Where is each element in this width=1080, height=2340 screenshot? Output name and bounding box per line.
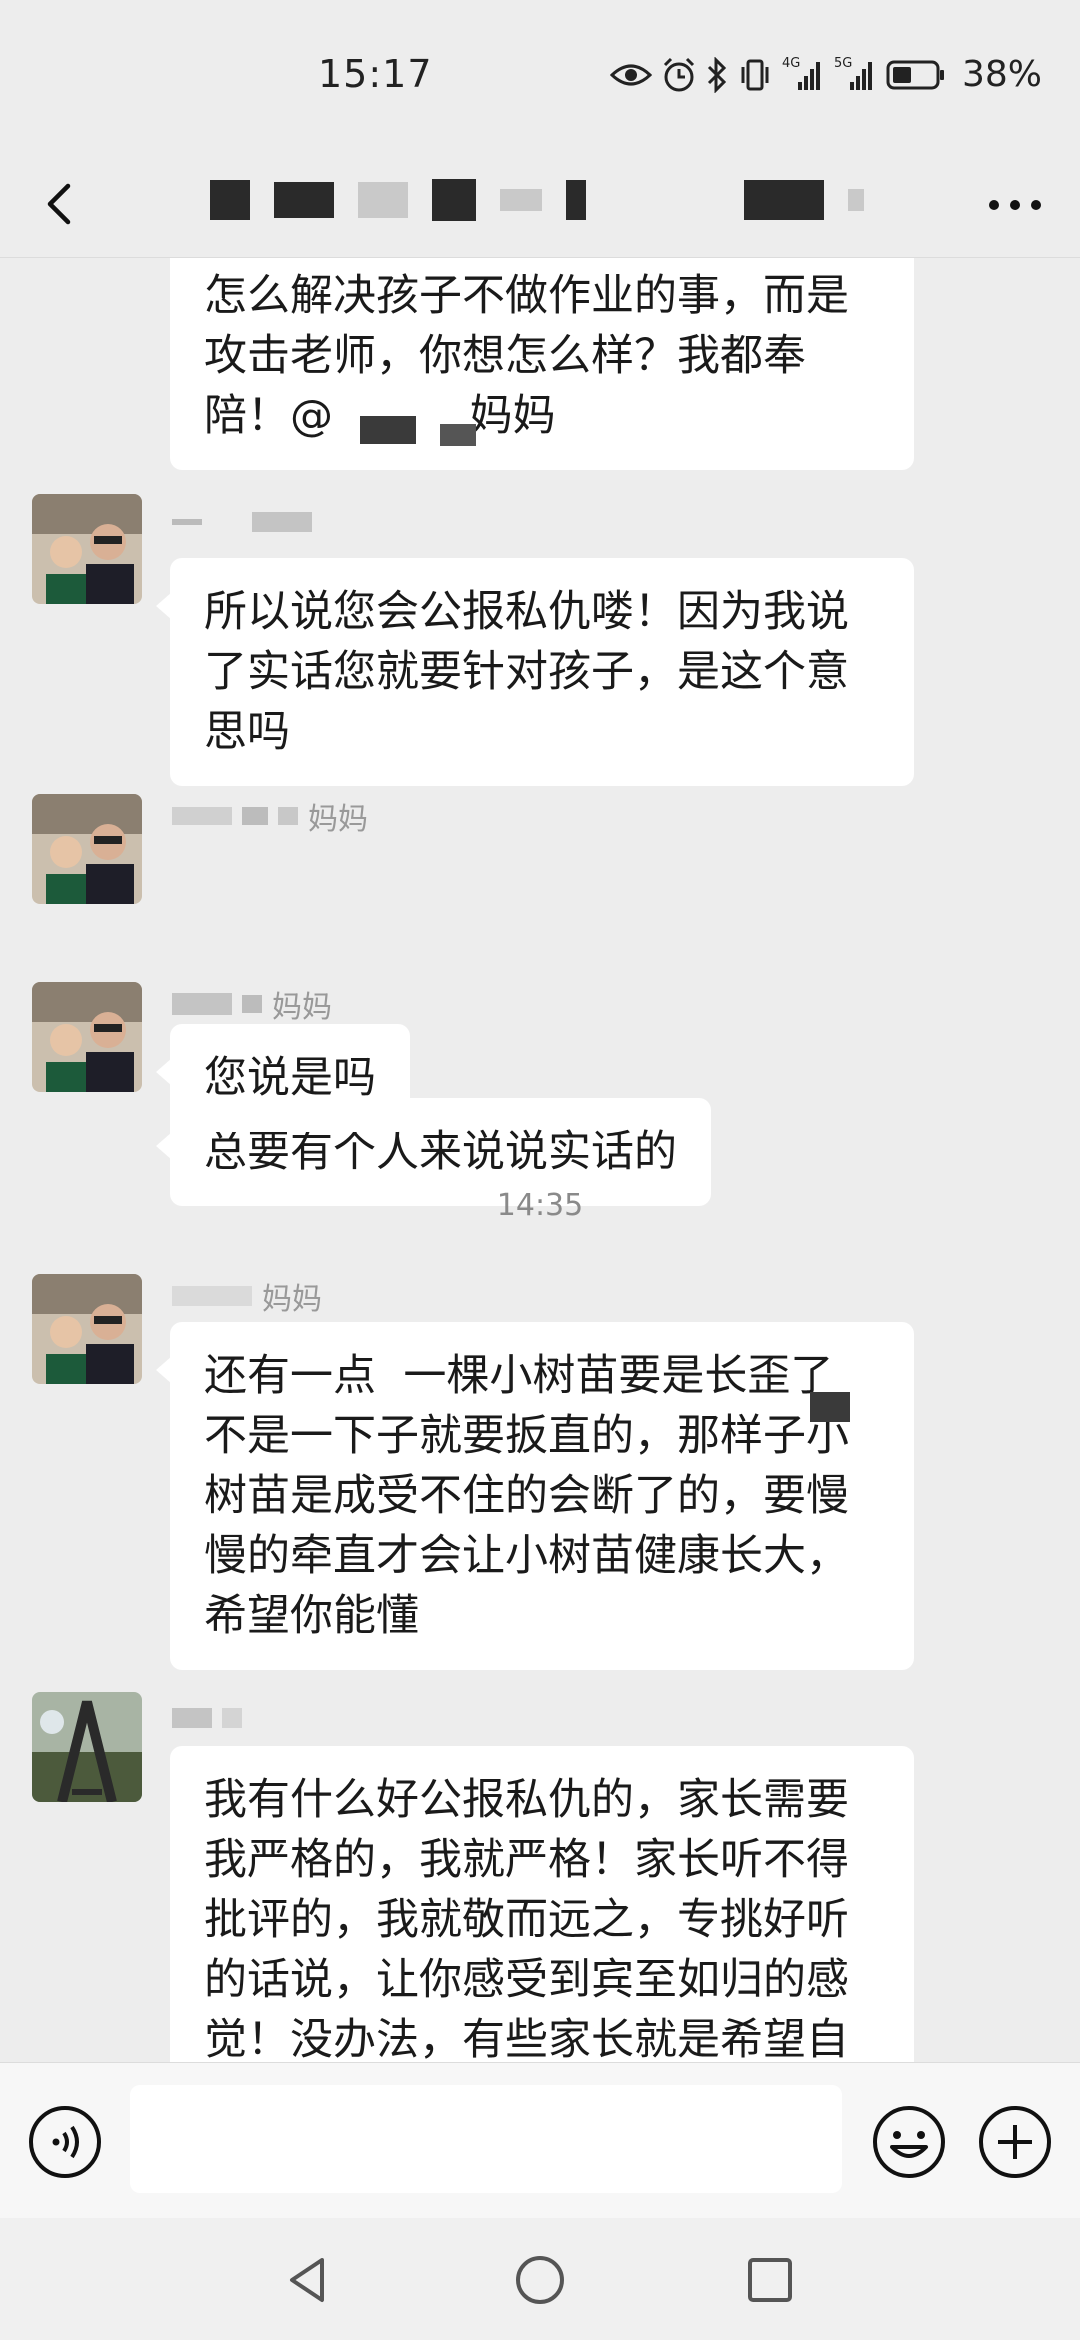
signal-4g: 4G — [782, 56, 824, 92]
battery-icon — [886, 60, 944, 89]
avatar-photo — [32, 494, 142, 604]
avatar[interactable] — [32, 982, 142, 1092]
ellipsis-icon — [989, 200, 1041, 210]
message-bubble[interactable]: 还有一点 一棵小树苗要是长歪了 不是一下子就要扳直的，那样子小 树苗是成受不住的… — [156, 1322, 914, 1670]
avatar[interactable] — [32, 494, 142, 604]
sender-name: 妈妈 — [172, 1274, 322, 1318]
message-list[interactable]: 怎么解决孩子不做作业的事，而是 攻击老师，你想怎么样？我都奉 陪！@ 妈妈 所以… — [0, 258, 1080, 2062]
input-bar — [0, 2062, 1080, 2218]
message-bubble[interactable]: 我有什么好公报私仇的，家长需要 我严格的，我就严格！家长听不得 批评的，我就敬而… — [170, 1746, 914, 2062]
sender-name-suffix: 妈妈 — [308, 802, 368, 837]
square-recent-icon — [748, 2258, 792, 2302]
circle-home-icon — [516, 2256, 564, 2304]
status-icons: 4G 5G 38% — [609, 54, 1042, 95]
avatar-photo — [32, 794, 142, 904]
signal-5g: 5G — [834, 56, 876, 92]
system-home-button[interactable] — [512, 2252, 568, 2308]
avatar-photo — [32, 982, 142, 1092]
avatar[interactable] — [32, 1274, 142, 1384]
eye-icon — [609, 64, 652, 85]
avatar[interactable] — [32, 794, 142, 904]
add-attachment-button[interactable] — [976, 2103, 1054, 2181]
chevron-left-icon — [47, 183, 71, 225]
sender-name: 妈妈 — [172, 794, 368, 838]
more-options-button[interactable] — [980, 180, 1050, 230]
status-time: 15:17 — [318, 52, 433, 96]
voice-icon — [29, 2106, 101, 2178]
status-bar: 15:17 4G 5G 38% — [0, 0, 1080, 150]
avatar-photo — [32, 1692, 142, 1802]
signal-icon — [849, 61, 872, 90]
system-navigation-bar — [0, 2218, 1080, 2340]
signal-icon — [797, 61, 820, 90]
timestamp-separator: 14:35 — [496, 1188, 584, 1223]
chat-title-redacted — [210, 170, 890, 230]
vibrate-icon — [741, 59, 769, 90]
alarm-icon — [663, 57, 695, 91]
sender-name-redacted — [172, 512, 312, 532]
emoji-icon — [873, 2106, 945, 2178]
system-back-button[interactable] — [280, 2252, 336, 2308]
message-bubble[interactable]: 所以说您会公报私仇喽！因为我说 了实话您就要针对孩子，是这个意 思吗 — [156, 558, 914, 786]
back-button[interactable] — [30, 172, 94, 236]
chat-header — [0, 150, 1080, 258]
avatar-photo — [32, 1274, 142, 1384]
battery-percent: 38% — [961, 54, 1042, 95]
sender-name-suffix: 妈妈 — [262, 1282, 322, 1317]
avatar[interactable] — [32, 1692, 142, 1802]
sender-name-redacted — [172, 1708, 242, 1728]
voice-input-button[interactable] — [26, 2103, 104, 2181]
sender-name: 妈妈 — [172, 982, 332, 1026]
bluetooth-icon — [707, 56, 727, 93]
add-icon — [979, 2106, 1051, 2178]
emoji-button[interactable] — [870, 2103, 948, 2181]
triangle-back-icon — [290, 2258, 324, 2302]
message-bubble[interactable]: 怎么解决孩子不做作业的事，而是 攻击老师，你想怎么样？我都奉 陪！@ 妈妈 — [170, 258, 914, 470]
sender-name-suffix: 妈妈 — [272, 990, 332, 1025]
message-input[interactable] — [130, 2085, 842, 2193]
message-bubble[interactable]: 您说是吗 — [156, 1024, 410, 1132]
system-recent-apps-button[interactable] — [742, 2252, 798, 2308]
